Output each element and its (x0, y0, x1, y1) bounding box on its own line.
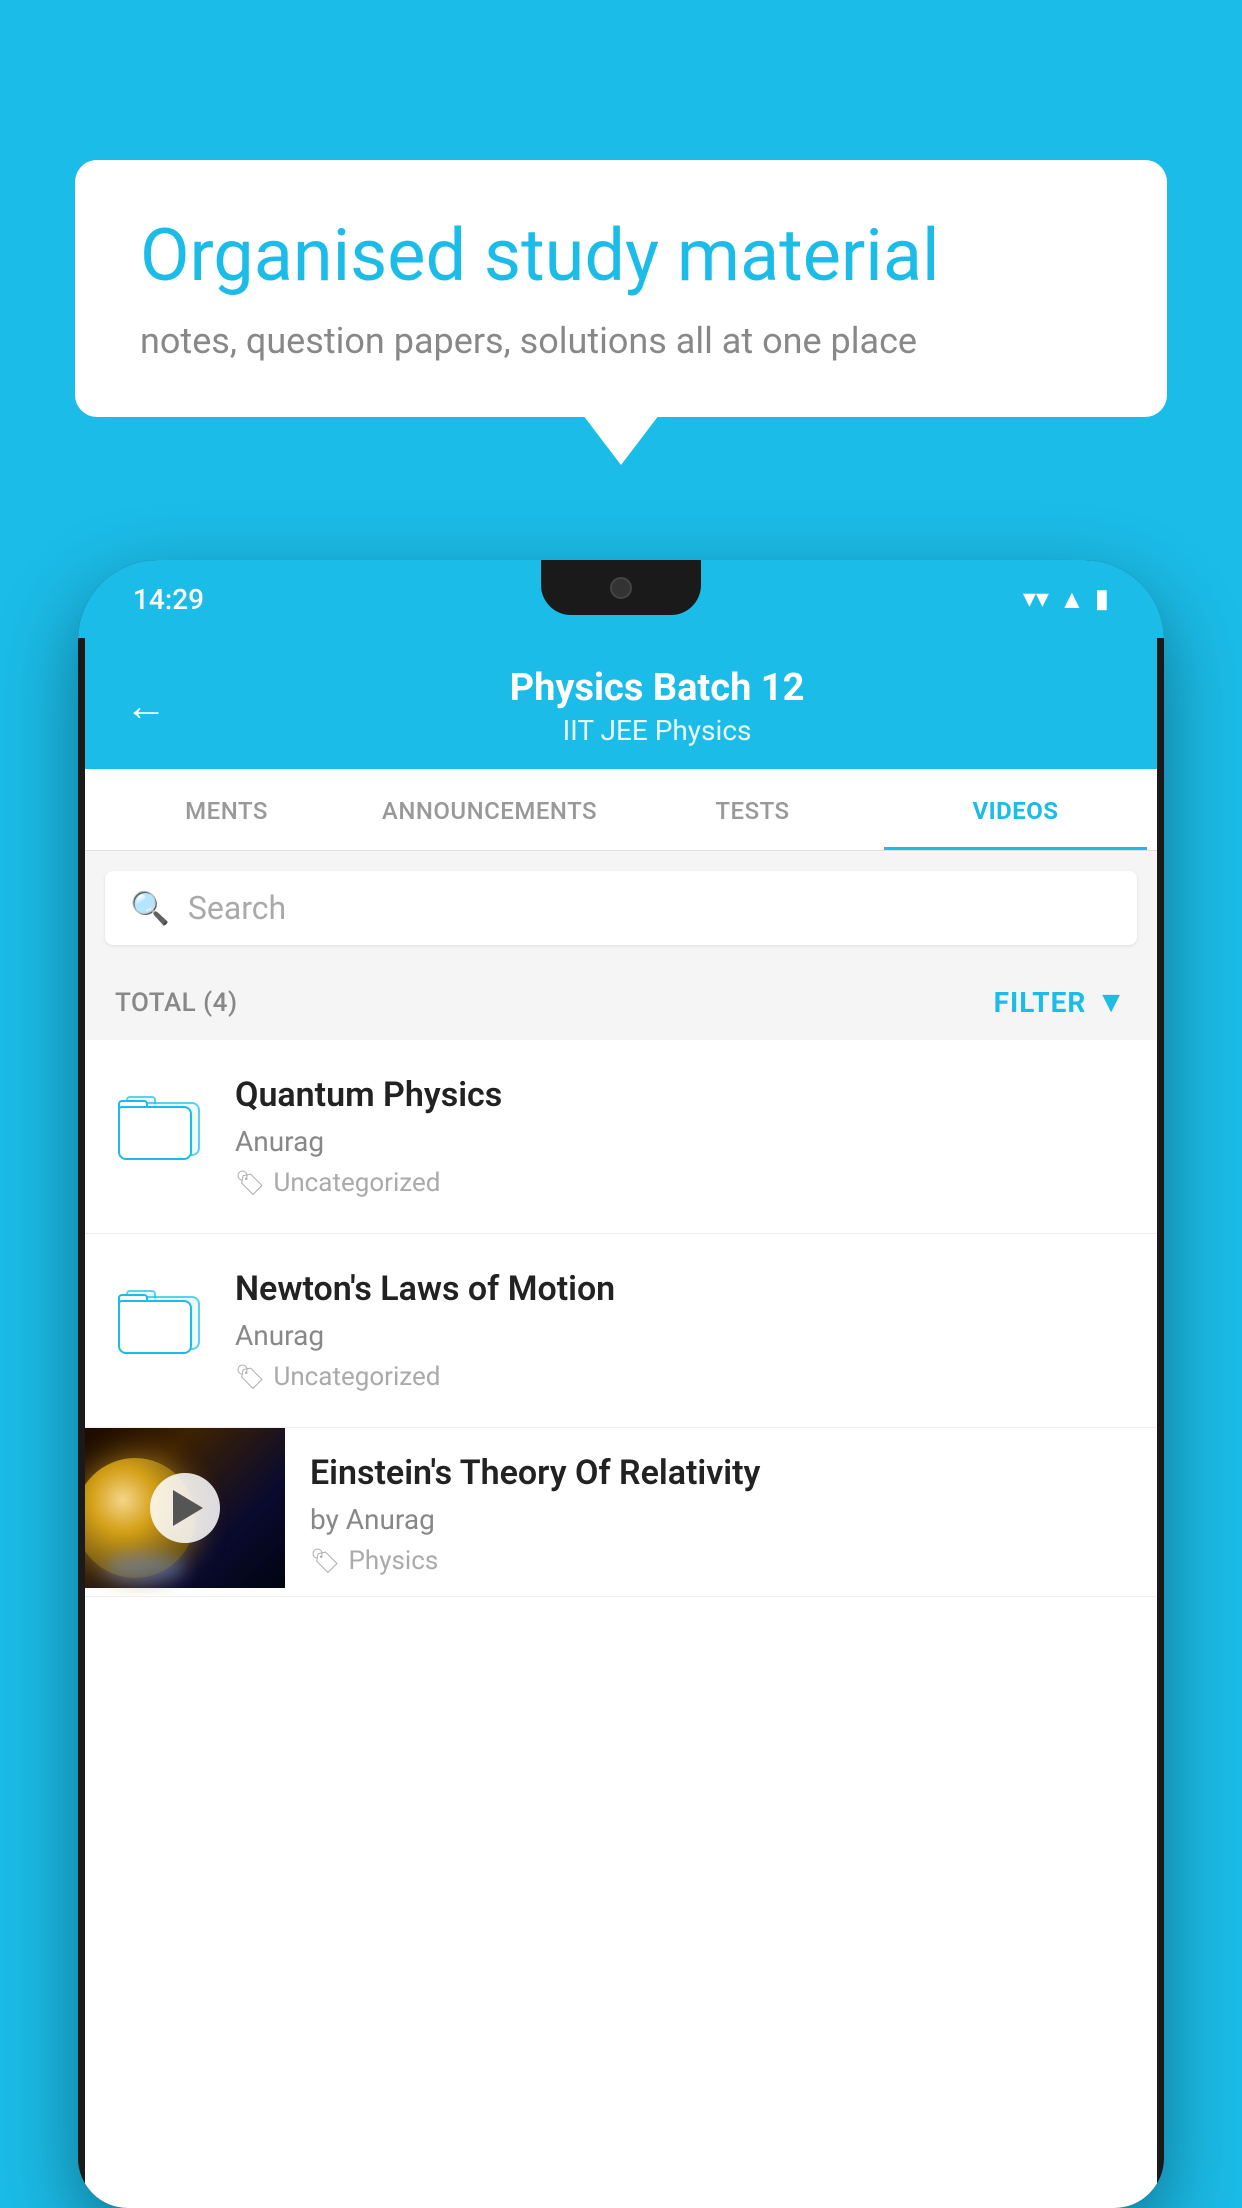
video-tag-3: 🏷 Physics (310, 1546, 1132, 1576)
video-author-1: Anurag (235, 1125, 1127, 1158)
signal-icon: ▲ (1059, 584, 1085, 615)
app-header: ← Physics Batch 12 IIT JEE Physics (85, 638, 1157, 769)
video-item-3[interactable]: Einstein's Theory Of Relativity by Anura… (85, 1428, 1157, 1597)
video-tag-1: 🏷 Uncategorized (235, 1168, 1127, 1198)
speech-bubble-card: Organised study material notes, question… (75, 160, 1167, 417)
filter-button[interactable]: FILTER ▼ (994, 985, 1127, 1020)
folder-icon-2 (115, 1274, 205, 1354)
filter-label: FILTER (994, 986, 1087, 1019)
video-title-3: Einstein's Theory Of Relativity (310, 1453, 1132, 1493)
header-title: Physics Batch 12 (197, 666, 1117, 710)
status-bar: 14:29 ▾▾ ▲ ▮ (78, 560, 1164, 638)
search-placeholder: Search (188, 889, 286, 927)
speech-bubble: Organised study material notes, question… (75, 160, 1167, 417)
tag-label-3: Physics (348, 1546, 438, 1576)
video-item-2[interactable]: Newton's Laws of Motion Anurag 🏷 Uncateg… (85, 1234, 1157, 1428)
total-label: TOTAL (4) (115, 988, 238, 1018)
video-author-2: Anurag (235, 1319, 1127, 1352)
folder-icon-1 (115, 1080, 205, 1160)
back-button[interactable]: ← (125, 682, 167, 731)
video-list: Quantum Physics Anurag 🏷 Uncategorized (85, 1040, 1157, 1597)
bubble-subtitle: notes, question papers, solutions all at… (140, 320, 1102, 362)
tab-tests[interactable]: TESTS (621, 769, 884, 850)
status-time: 14:29 (133, 583, 204, 616)
tag-icon-1: 🏷 (235, 1169, 265, 1197)
thumbnail-glow (105, 1553, 185, 1583)
search-bar[interactable]: 🔍 Search (105, 871, 1137, 945)
video-info-1: Quantum Physics Anurag 🏷 Uncategorized (235, 1075, 1127, 1198)
header-title-block: Physics Batch 12 IIT JEE Physics (197, 666, 1117, 747)
phone-screen: ← Physics Batch 12 IIT JEE Physics MENTS… (85, 638, 1157, 2208)
status-icons: ▾▾ ▲ ▮ (1023, 584, 1109, 615)
tab-bar: MENTS ANNOUNCEMENTS TESTS VIDEOS (85, 769, 1157, 851)
video-thumbnail-3 (85, 1428, 285, 1588)
camera-dot (610, 577, 632, 599)
filter-funnel-icon: ▼ (1096, 985, 1127, 1020)
tag-icon-3: 🏷 (310, 1547, 340, 1575)
video-title-1: Quantum Physics (235, 1075, 1127, 1115)
search-bar-container: 🔍 Search (85, 851, 1157, 965)
tab-announcements[interactable]: ANNOUNCEMENTS (358, 769, 621, 850)
video-info-2: Newton's Laws of Motion Anurag 🏷 Uncateg… (235, 1269, 1127, 1392)
wifi-icon: ▾▾ (1023, 584, 1049, 614)
video-item-1[interactable]: Quantum Physics Anurag 🏷 Uncategorized (85, 1040, 1157, 1234)
video-tag-2: 🏷 Uncategorized (235, 1362, 1127, 1392)
bubble-title: Organised study material (140, 215, 1102, 298)
tab-ments[interactable]: MENTS (95, 769, 358, 850)
phone-notch (541, 560, 701, 615)
video-title-2: Newton's Laws of Motion (235, 1269, 1127, 1309)
play-button-3[interactable] (150, 1473, 220, 1543)
phone-frame: 14:29 ▾▾ ▲ ▮ ← Physics Batch 12 IIT JEE … (78, 560, 1164, 2208)
filter-row: TOTAL (4) FILTER ▼ (85, 965, 1157, 1040)
play-triangle-icon (173, 1490, 203, 1526)
battery-icon: ▮ (1095, 584, 1109, 614)
search-icon: 🔍 (130, 889, 170, 927)
video-author-3: by Anurag (310, 1503, 1132, 1536)
tag-label-2: Uncategorized (273, 1362, 440, 1392)
tag-icon-2: 🏷 (235, 1363, 265, 1391)
video-info-3: Einstein's Theory Of Relativity by Anura… (285, 1428, 1157, 1596)
tab-videos[interactable]: VIDEOS (884, 769, 1147, 850)
tag-label-1: Uncategorized (273, 1168, 440, 1198)
header-subtitle: IIT JEE Physics (197, 714, 1117, 747)
